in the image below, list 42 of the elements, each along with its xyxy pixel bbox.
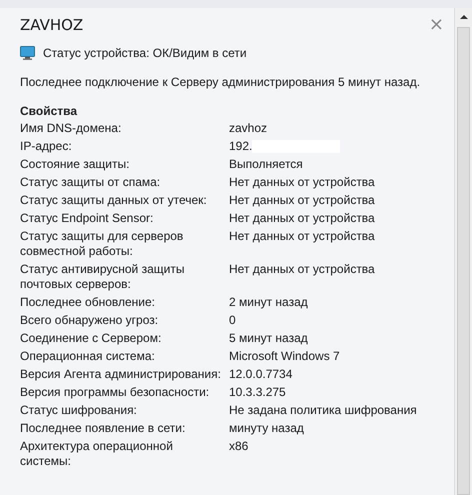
property-value: zavhoz [229,121,268,136]
property-label: Статус шифрования: [20,403,138,418]
property-label: Статус защиты для серверов совместной работы: [20,229,184,259]
property-value: x86 [229,439,248,454]
property-value: Нет данных от устройства [229,229,375,244]
property-label: Статус антивирусной защиты почтовых серверов: [20,262,186,292]
property-value: 192. [229,139,252,154]
property-value: 5 минут назад [229,331,308,346]
property-label: Статус защиты данных от утечек: [20,193,208,208]
property-value: Нет данных от устройства [229,193,375,208]
property-label: Состояние защиты: [20,157,130,172]
property-label: IP-адрес: [20,139,73,154]
property-value: 0 [229,313,236,328]
property-value: Нет данных от устройства [229,211,375,226]
property-label: Соединение с Сервером: [20,331,162,346]
property-label: Версия Агента администрирования: [20,367,222,382]
property-label: Имя DNS-домена: [20,121,122,136]
property-label: Последнее появление в сети: [20,421,186,436]
property-value: Microsoft Windows 7 [229,349,340,364]
property-label: Статус защиты от спама: [20,175,162,190]
device-status: Статус устройства: ОК/Видим в сети [43,46,247,60]
monitor-icon [20,46,35,60]
property-label: Операционная система: [20,349,156,364]
scroll-thumb[interactable] [457,27,470,495]
property-label: Версия программы безопасности: [20,385,210,400]
property-label: Всего обнаружено угроз: [20,313,160,328]
scrollbar[interactable] [454,8,472,495]
property-value: Выполняется [229,157,303,172]
property-value: Нет данных от устройства [229,262,375,277]
last-connection-text: Последнее подключение к Серверу администрирования 5 минут назад. [20,74,422,90]
property-label: Статус Endpoint Sensor: [20,211,154,226]
section-heading: Свойства [20,103,78,119]
property-value: 12.0.0.7734 [229,367,292,382]
property-value: Нет данных от устройства [229,175,375,190]
property-value: Не задана политика шифрования [229,403,417,418]
property-value: 2 минут назад [229,295,308,310]
panel-title: ZAVHOZ [20,16,84,34]
property-value: 10.3.3.275 [229,385,286,400]
property-label: Архитектура операционной системы: [20,439,174,469]
property-value: минуту назад [229,421,304,436]
close-button[interactable]: × [424,16,448,34]
property-label: Последнее обновление: [20,295,156,310]
